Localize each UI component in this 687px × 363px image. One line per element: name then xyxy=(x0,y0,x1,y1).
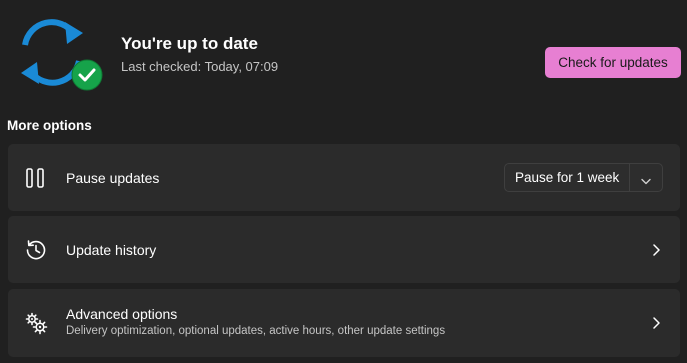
advanced-options-card[interactable]: Advanced options Delivery optimization, … xyxy=(8,289,680,357)
chevron-right-icon xyxy=(650,316,662,330)
select-divider xyxy=(629,164,630,191)
gears-icon xyxy=(24,311,48,335)
history-icon xyxy=(24,238,48,262)
chevron-right-icon xyxy=(650,243,662,257)
pause-updates-label: Pause updates xyxy=(66,170,160,186)
sync-check-icon xyxy=(16,17,104,91)
more-options-heading: More options xyxy=(7,118,92,133)
advanced-options-label: Advanced options xyxy=(66,306,178,322)
chevron-down-icon[interactable] xyxy=(640,173,652,185)
pause-duration-value: Pause for 1 week xyxy=(515,170,620,185)
advanced-options-description: Delivery optimization, optional updates,… xyxy=(66,325,446,337)
update-status-title: You're up to date xyxy=(121,34,258,53)
pause-icon xyxy=(24,166,48,190)
last-checked-text: Last checked: Today, 07:09 xyxy=(121,59,279,74)
windows-update-page: You're up to date Last checked: Today, 0… xyxy=(0,0,687,363)
check-for-updates-button[interactable]: Check for updates xyxy=(545,47,681,78)
pause-updates-card: Pause updates Pause for 1 week xyxy=(8,144,680,211)
update-history-label: Update history xyxy=(66,242,157,258)
update-history-card[interactable]: Update history xyxy=(8,216,680,283)
pause-duration-select[interactable]: Pause for 1 week xyxy=(504,163,663,192)
